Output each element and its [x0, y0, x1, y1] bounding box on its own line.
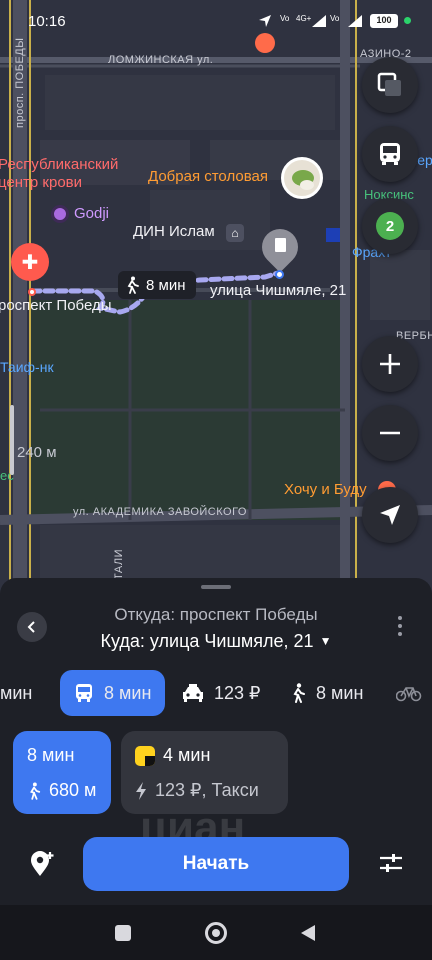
- bicycle-icon: [396, 687, 422, 702]
- taxi-price: 123 ₽, Такси: [155, 780, 259, 800]
- signal-icon: [312, 15, 326, 27]
- mode-walk-label: 8 мин: [316, 682, 364, 703]
- home-button[interactable]: [205, 922, 227, 944]
- zoom-out-button[interactable]: [362, 405, 418, 461]
- caret-down-icon: ▼: [319, 634, 332, 648]
- layers-button[interactable]: [362, 57, 418, 113]
- zoom-in-button[interactable]: [362, 336, 418, 392]
- plus-icon: [380, 354, 400, 374]
- mode-transit[interactable]: 8 мин: [60, 670, 166, 716]
- map-block: [150, 190, 270, 250]
- walk-time-label: 8 мин: [146, 276, 186, 294]
- walk-icon: [127, 276, 139, 294]
- street-label-tali: ТАЛИ: [113, 548, 125, 580]
- taxi-time: 4 мин: [163, 745, 211, 765]
- battery-icon: 100: [370, 14, 398, 28]
- signal2-icon: [348, 15, 362, 27]
- lightning-icon: [136, 781, 146, 800]
- volte2-icon: Vo: [330, 14, 340, 23]
- food-photo-icon[interactable]: [281, 157, 323, 199]
- navigation-arrow-icon: [380, 505, 400, 525]
- water: [326, 228, 340, 242]
- start-navigation-button[interactable]: Начать: [83, 837, 349, 891]
- status-time: 10:16: [28, 13, 66, 30]
- more-options-button[interactable]: [390, 612, 410, 640]
- status-bar: 10:16 Vo 4G+ Vo 100: [0, 0, 432, 42]
- mode-clipped[interactable]: мин: [0, 670, 32, 716]
- mode-transit-label: 8 мин: [104, 682, 152, 703]
- system-nav-bar: [0, 905, 432, 960]
- map-scale-label: 240 м: [17, 444, 57, 461]
- yandex-taxi-logo-icon: [135, 745, 155, 766]
- origin-dot: [28, 288, 36, 296]
- street-label-akad: ул. АКАДЕМИКА ЗАВОЙСКОГО: [73, 506, 247, 518]
- poi-label-rck-2: центр крови: [0, 174, 83, 191]
- map-block: [370, 250, 430, 320]
- origin-pin-icon[interactable]: ✚: [11, 243, 49, 281]
- transit-walk-distance: 680 м: [49, 780, 97, 800]
- mode-bike[interactable]: [396, 670, 422, 716]
- network-type: 4G+: [296, 14, 312, 23]
- walk-icon: [293, 683, 305, 703]
- mode-taxi-label: 123 ₽: [214, 682, 261, 703]
- location-arrow-icon: [259, 15, 271, 27]
- poi-label-dobraya: Добрая столовая: [148, 168, 268, 185]
- godji-icon[interactable]: [51, 205, 69, 223]
- mosque-icon[interactable]: ⌂: [226, 224, 244, 242]
- route-from[interactable]: Откуда: проспект Победы: [0, 605, 432, 625]
- street-label-lomzh: ЛОМЖИНСКАЯ ул.: [108, 54, 214, 66]
- route-to[interactable]: Куда: улица Чишмяле, 21 ▼: [0, 631, 432, 652]
- back-nav-button[interactable]: [299, 924, 317, 942]
- destination-dot: [275, 270, 284, 279]
- scale-bar: [10, 405, 14, 475]
- add-waypoint-icon[interactable]: [28, 850, 56, 878]
- poi-label-godji: Godji: [74, 205, 110, 222]
- walk-icon: [30, 782, 41, 800]
- transit-time: 8 мин: [27, 745, 75, 765]
- taxi-option-card[interactable]: 4 мин 123 ₽, Такси: [121, 731, 288, 814]
- destination-label: улица Чишмяле, 21: [210, 282, 347, 299]
- bus-icon: [76, 684, 92, 702]
- mode-walk[interactable]: 8 мин: [290, 670, 363, 716]
- poi-label-taif: Таиф-нк: [0, 359, 54, 375]
- layers-icon: [377, 72, 401, 96]
- notification-dot: [404, 17, 411, 24]
- route-to-label: Куда: улица Чишмяле, 21: [100, 631, 314, 651]
- poi-label-hochu: Хочу и Буду: [284, 481, 367, 498]
- map-block: [45, 75, 335, 130]
- volte-icon: Vo: [280, 14, 290, 23]
- bus-icon: [380, 143, 400, 165]
- poi-label-rck-1: Республиканский: [0, 156, 119, 173]
- recent-apps-button[interactable]: [115, 925, 131, 941]
- street-label-prosp-vert: просп. ПОБЕДЫ: [14, 37, 26, 128]
- mode-clipped-label: мин: [0, 682, 33, 703]
- minus-icon: [380, 431, 400, 435]
- walk-time-chip[interactable]: 8 мин: [118, 271, 196, 299]
- mode-taxi[interactable]: 123 ₽: [182, 670, 261, 716]
- traffic-level-badge: 2: [376, 212, 404, 240]
- origin-label: роспект Победы: [0, 297, 112, 314]
- route-sheet: Откуда: проспект Победы Куда: улица Чишм…: [0, 578, 432, 905]
- transport-modes: мин 8 мин 123 ₽ 8 мин: [0, 670, 432, 718]
- route-settings-icon[interactable]: [378, 850, 404, 876]
- car-icon: [183, 684, 203, 702]
- building-icon: [275, 238, 286, 252]
- sheet-grabber[interactable]: [201, 585, 231, 589]
- transit-option-card[interactable]: 8 мин 680 м: [13, 731, 111, 814]
- transport-button[interactable]: [362, 126, 418, 182]
- poi-label-din: ДИН Ислам: [133, 223, 215, 240]
- my-location-button[interactable]: [362, 487, 418, 543]
